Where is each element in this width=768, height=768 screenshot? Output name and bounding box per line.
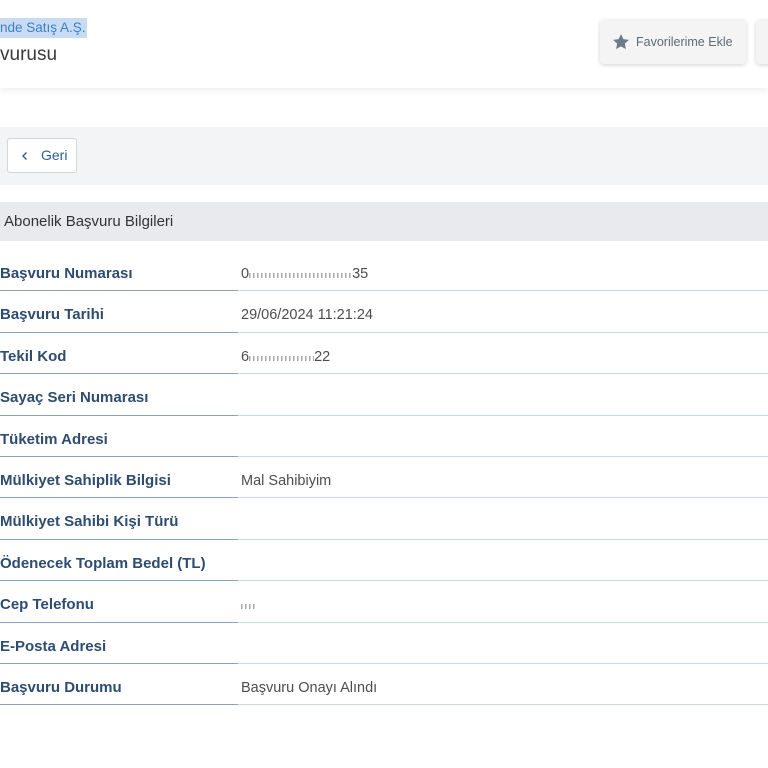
value-suffix: 35: [352, 266, 369, 282]
row-value: [238, 374, 768, 416]
info-row: Ödenecek Toplam Bedel (TL): [0, 540, 768, 582]
page-header: nde Satış A.Ş. vurusu Favorilerime Ekle: [0, 0, 768, 88]
toolbar: Geri: [0, 127, 768, 185]
section-title: Abonelik Başvuru Bilgileri: [4, 213, 174, 230]
value-suffix: 22: [314, 348, 331, 365]
row-label: Ödenecek Toplam Bedel (TL): [0, 540, 238, 582]
org-name-selected-text: nde Satış A.Ş.: [0, 18, 87, 38]
star-icon: [613, 34, 629, 50]
info-row: Başvuru Numarası 0 35: [0, 250, 768, 292]
add-to-favorites-label: Favorilerime Ekle: [636, 35, 733, 49]
row-value: 0 35: [238, 250, 768, 292]
back-button-label: Geri: [41, 147, 68, 163]
row-label: Cep Telefonu: [0, 581, 238, 623]
row-value: [238, 416, 768, 457]
info-row: Sayaç Seri Numarası: [0, 374, 768, 416]
info-row: Cep Telefonu: [0, 581, 768, 623]
info-row: Başvuru Tarihi 29/06/2024 11:21:24: [0, 291, 768, 333]
row-label: Tüketim Adresi: [0, 416, 238, 457]
info-row: E-Posta Adresi: [0, 623, 768, 664]
row-value: [238, 540, 768, 582]
row-value: Mal Sahibiyim: [238, 457, 768, 499]
row-label: Sayaç Seri Numarası: [0, 374, 238, 416]
row-label: Başvuru Tarihi: [0, 291, 238, 333]
row-label: Başvuru Numarası: [0, 250, 238, 292]
info-row: Tüketim Adresi: [0, 416, 768, 457]
masked-value: [249, 272, 353, 278]
info-row: Tekil Kod 6 22: [0, 333, 768, 375]
add-to-favorites-button[interactable]: Favorilerime Ekle: [600, 20, 746, 64]
row-label: Mülkiyet Sahiplik Bilgisi: [0, 457, 238, 499]
header-action-button[interactable]: [756, 20, 768, 64]
info-row: Başvuru Durumu Başvuru Onayı Alındı: [0, 664, 768, 706]
page-title: vurusu: [0, 44, 58, 65]
row-label: Başvuru Durumu: [0, 664, 238, 706]
value-prefix: 6: [241, 348, 250, 365]
row-label: E-Posta Adresi: [0, 623, 238, 664]
back-button[interactable]: Geri: [7, 138, 77, 173]
value-prefix: 0: [241, 266, 250, 282]
row-value: 29/06/2024 11:21:24: [238, 291, 768, 333]
chevron-left-icon: [22, 152, 27, 160]
row-value: [238, 498, 768, 540]
row-label: Tekil Kod: [0, 333, 238, 375]
info-row: Mülkiyet Sahibi Kişi Türü: [0, 498, 768, 540]
info-row: Mülkiyet Sahiplik Bilgisi Mal Sahibiyim: [0, 457, 768, 499]
info-table: Başvuru Numarası 0 35 Başvuru Tarihi 29/0…: [0, 250, 768, 706]
masked-value: [249, 354, 315, 361]
row-value: [238, 623, 768, 664]
section-header: Abonelik Başvuru Bilgileri: [0, 202, 768, 241]
row-value: Başvuru Onayı Alındı: [238, 664, 768, 706]
row-label: Mülkiyet Sahibi Kişi Türü: [0, 498, 238, 540]
masked-value: [241, 603, 257, 610]
row-value: [238, 581, 768, 623]
row-value: 6 22: [238, 333, 768, 375]
